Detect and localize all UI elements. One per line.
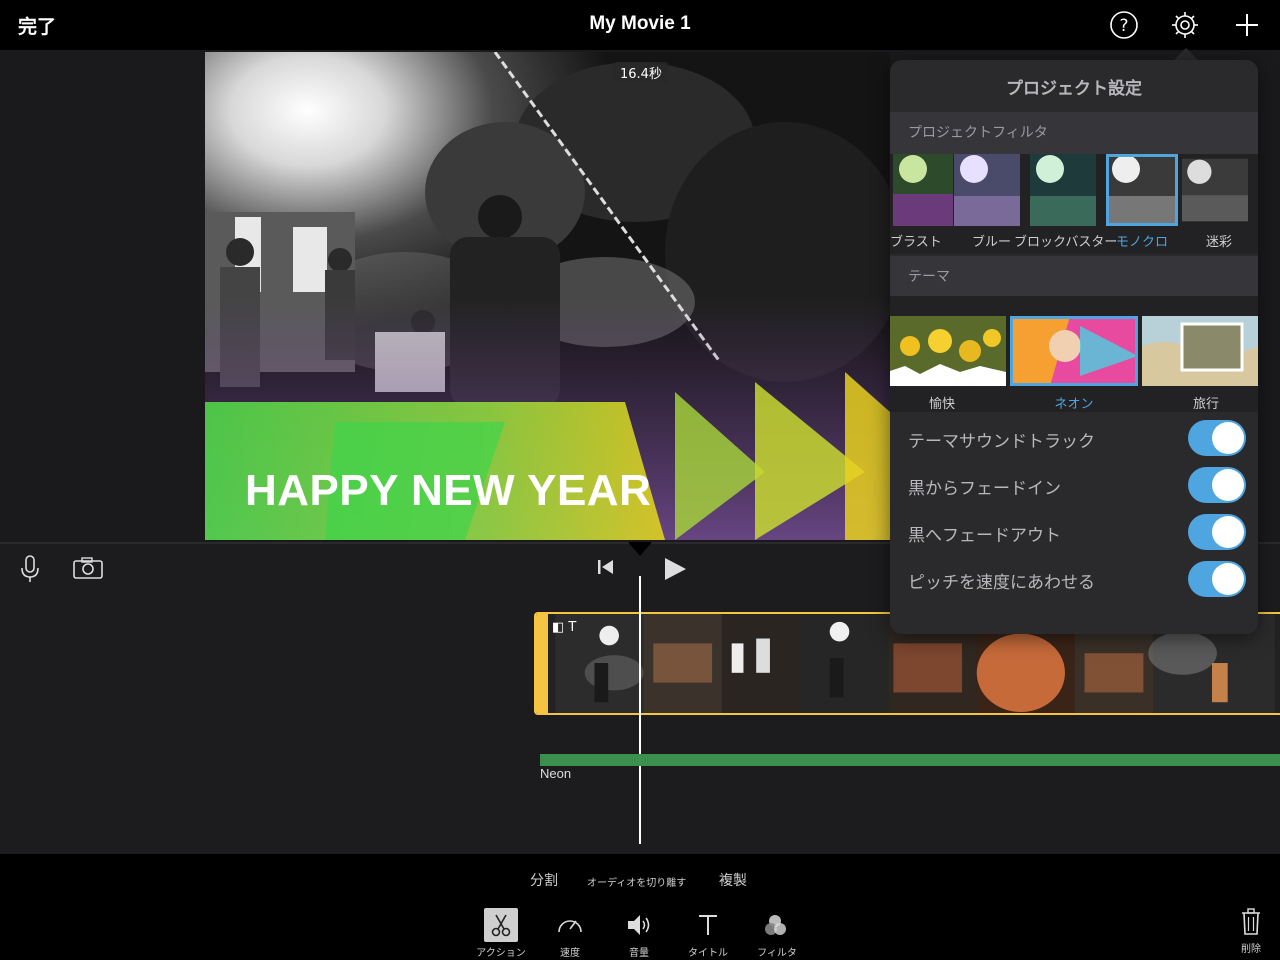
- filter-thumb-mono[interactable]: [1106, 154, 1178, 226]
- theme-thumb-neon[interactable]: [1010, 316, 1138, 386]
- toggle-row-theme-soundtrack: テーマサウンドトラック: [890, 416, 1258, 463]
- tool-title-label: タイトル: [688, 948, 728, 959]
- plus-icon[interactable]: [1231, 9, 1263, 41]
- filter-list: ブラスト ブルー ブロックバスター モノクロ 迷彩: [890, 154, 1258, 254]
- clip-trim-handle[interactable]: [536, 614, 548, 713]
- filter-label-blast: ブラスト: [890, 235, 942, 250]
- title-t-icon: [678, 908, 738, 942]
- top-bar: 完了 My Movie 1 ?: [0, 0, 1280, 50]
- duplicate-button[interactable]: 複製: [719, 870, 747, 890]
- filter-label-mono: モノクロ: [1116, 235, 1169, 250]
- video-title-overlay: HAPPY NEW YEAR: [245, 466, 652, 515]
- delete-label: 削除: [1241, 944, 1261, 955]
- speaker-icon: [609, 908, 669, 942]
- video-preview[interactable]: HAPPY NEW YEAR: [205, 52, 890, 540]
- filter-thumb-blockbuster[interactable]: [1030, 154, 1096, 226]
- tool-speed[interactable]: 速度: [540, 908, 600, 959]
- scissors-icon: [484, 908, 518, 942]
- theme-label-neon: ネオン: [1054, 397, 1094, 412]
- audio-track[interactable]: [540, 754, 1280, 766]
- filter-label-camo: 迷彩: [1206, 235, 1233, 250]
- playhead[interactable]: [639, 576, 641, 844]
- filter-section-header: プロジェクトフィルタ: [890, 112, 1258, 154]
- project-title: My Movie 1: [589, 13, 691, 34]
- help-icon[interactable]: ?: [1108, 9, 1140, 41]
- delete-button[interactable]: 削除: [1236, 908, 1266, 955]
- fade-out-toggle[interactable]: [1188, 514, 1246, 550]
- tool-action-label: アクション: [476, 948, 526, 959]
- toggle-row-pitch: ピッチを速度にあわせる: [890, 557, 1258, 604]
- toggle-label: テーマサウンドトラック: [908, 432, 1095, 452]
- popover-arrow: [1174, 48, 1198, 60]
- tool-filter[interactable]: フィルタ: [747, 908, 807, 959]
- filter-circles-icon: [747, 908, 807, 942]
- svg-text:?: ?: [1119, 16, 1128, 36]
- tool-action[interactable]: アクション: [471, 908, 531, 959]
- tool-title[interactable]: タイトル: [678, 908, 738, 959]
- play-icon[interactable]: [662, 556, 688, 586]
- filter-thumb-blue[interactable]: [954, 154, 1020, 226]
- theme-list: 愉快 ネオン 旅行: [890, 296, 1258, 412]
- tool-volume[interactable]: 音量: [609, 908, 669, 959]
- toggle-row-fade-out: 黒へフェードアウト: [890, 510, 1258, 557]
- fade-in-toggle[interactable]: [1188, 467, 1246, 503]
- filter-thumb-camo[interactable]: [1182, 154, 1248, 226]
- toggle-row-fade-in: 黒からフェードイン: [890, 463, 1258, 510]
- tool-filter-label: フィルタ: [757, 948, 797, 959]
- toggle-label: ピッチを速度にあわせる: [908, 573, 1095, 593]
- clip-badges: ◧ T: [552, 620, 577, 635]
- audio-track-label: Neon: [540, 766, 572, 781]
- theme-thumb-happy[interactable]: [890, 316, 1006, 386]
- bottom-toolbar: 分割 オーディオを切り離す 複製 アクション 速度 音量 タイトル フィルタ 削…: [0, 854, 1280, 960]
- theme-label-happy: 愉快: [928, 397, 955, 412]
- toggle-label: 黒からフェードイン: [908, 479, 1061, 499]
- theme-soundtrack-toggle[interactable]: [1188, 420, 1246, 456]
- filter-label-blue: ブルー: [972, 235, 1012, 250]
- split-button[interactable]: 分割: [530, 870, 558, 890]
- skip-back-icon[interactable]: [596, 558, 616, 580]
- speedometer-icon: [540, 908, 600, 942]
- camera-icon[interactable]: [72, 556, 104, 584]
- microphone-icon[interactable]: [20, 554, 40, 588]
- theme-thumb-travel[interactable]: [1142, 316, 1258, 386]
- project-settings-popover: プロジェクト設定 プロジェクトフィルタ ブラスト ブルー ブロックバスター モノ…: [890, 60, 1258, 634]
- popover-title: プロジェクト設定: [1006, 79, 1142, 99]
- filter-thumb-blast[interactable]: [890, 154, 956, 226]
- tool-volume-label: 音量: [629, 948, 649, 959]
- detach-audio-button[interactable]: オーディオを切り離す: [587, 874, 686, 889]
- gear-icon[interactable]: [1169, 9, 1201, 41]
- toggle-label: 黒へフェードアウト: [908, 526, 1061, 546]
- theme-section-header: テーマ: [890, 256, 1258, 298]
- playhead-marker: [628, 542, 652, 556]
- duration-badge: 16.4秒: [614, 62, 668, 83]
- theme-label-travel: 旅行: [1192, 397, 1219, 412]
- tool-speed-label: 速度: [560, 948, 580, 959]
- filter-label-blockbuster: ブロックバスター: [1014, 235, 1118, 250]
- trash-icon: [1242, 908, 1260, 935]
- pitch-speed-toggle[interactable]: [1188, 561, 1246, 597]
